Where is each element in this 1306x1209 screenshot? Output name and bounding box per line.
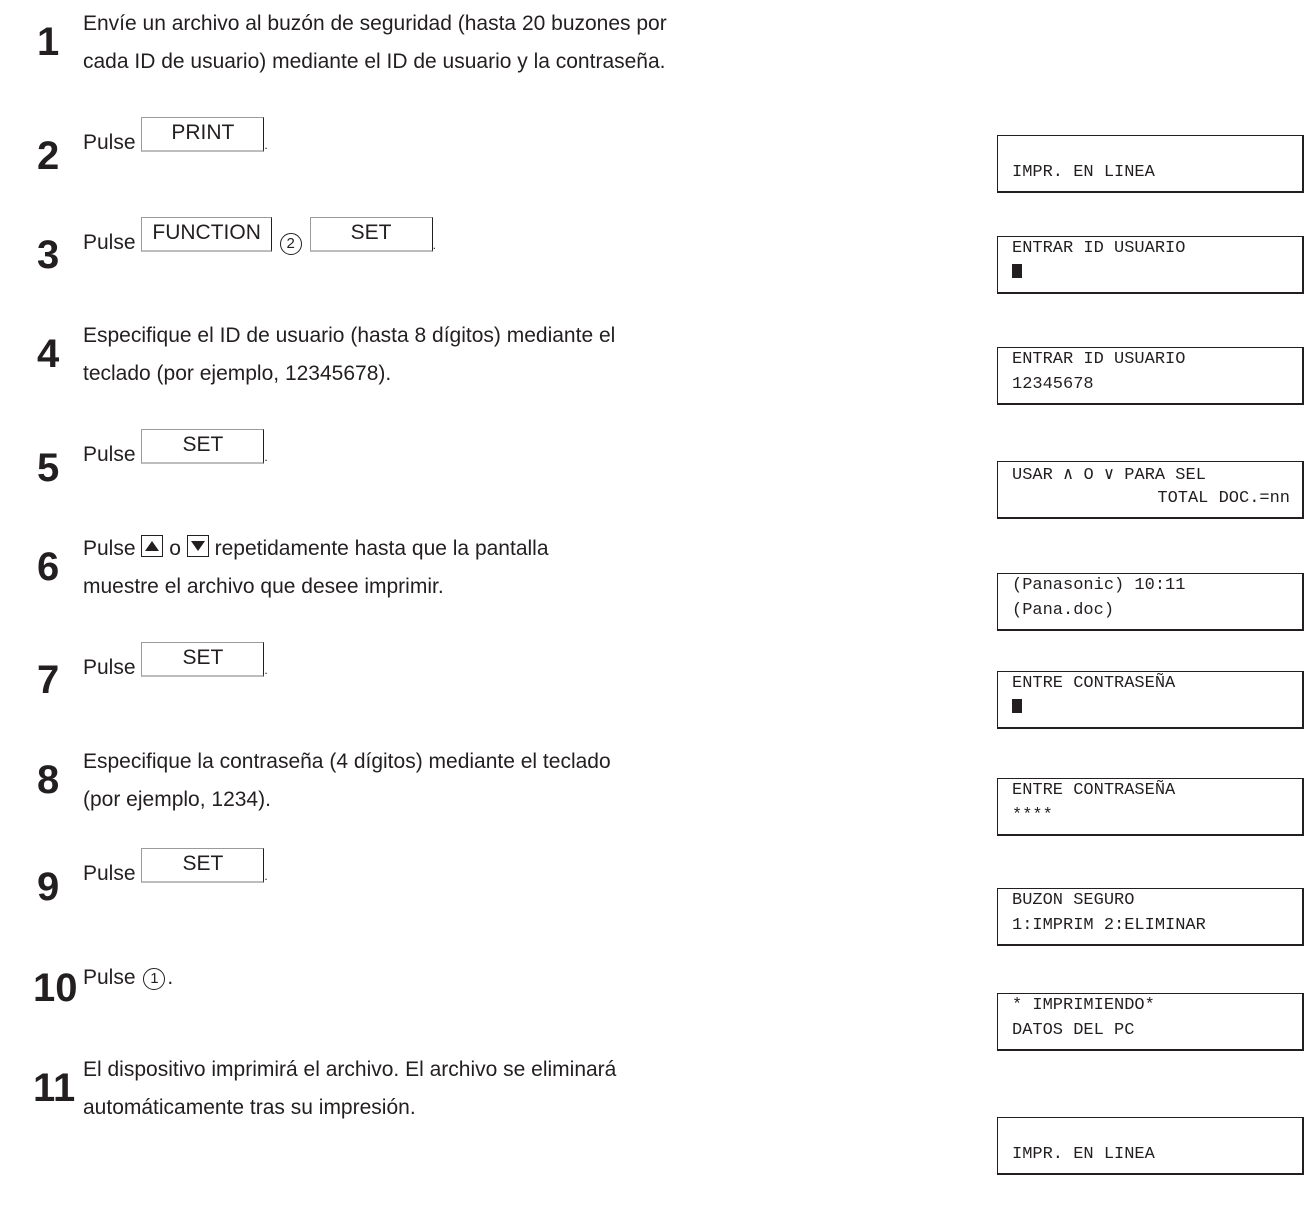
step-text: Pulse SET. xyxy=(83,848,268,894)
print-key: PRINT xyxy=(141,117,265,152)
lcd-line1: ENTRE CONTRASEÑA xyxy=(1012,674,1176,693)
step-text-line1: Especifique la contraseña (4 dígitos) me… xyxy=(83,750,611,773)
step-text-line1: Pulse o repetidamente hasta que la panta… xyxy=(83,531,549,567)
lcd-line2: (Pana.doc) xyxy=(1012,601,1115,620)
lcd-display: ENTRAR ID USUARIO 12345678 xyxy=(997,347,1304,405)
lcd-line2-cursor xyxy=(1012,264,1022,283)
set-key: SET xyxy=(141,642,265,677)
step-text-line2: cada ID de usuario) mediante el ID de us… xyxy=(83,50,666,73)
set-key: SET xyxy=(141,848,265,883)
lcd-line1: ENTRAR ID USUARIO xyxy=(1012,239,1186,258)
step-text: Pulse SET. xyxy=(83,429,268,475)
pulse-label: Pulse xyxy=(83,966,136,989)
step-number: 2 xyxy=(37,134,60,178)
lcd-line2: TOTAL DOC.=nn xyxy=(1157,489,1290,508)
up-arrow-key-icon xyxy=(141,535,164,557)
lcd-display: * IMPRIMIENDO* DATOS DEL PC xyxy=(997,993,1304,1051)
set-key: SET xyxy=(309,217,433,252)
step-text: Pulse SET. xyxy=(83,642,268,688)
step-number: 6 xyxy=(37,545,60,589)
set-key: SET xyxy=(141,429,265,464)
lcd-display: (Panasonic) 10:11 (Pana.doc) xyxy=(997,573,1304,631)
step-text: Pulse FUNCTION 2 SET. xyxy=(83,217,436,263)
down-arrow-key-icon xyxy=(186,535,209,557)
cursor-block xyxy=(1012,264,1022,278)
step-text-line1: El dispositivo imprimirá el archivo. El … xyxy=(83,1058,617,1081)
step-number: 7 xyxy=(37,658,60,702)
lcd-line2: 1:IMPRIM 2:ELIMINAR xyxy=(1012,916,1206,935)
step-number: 8 xyxy=(37,758,60,802)
pulse-label: Pulse xyxy=(83,443,136,466)
step-text-rest: repetidamente hasta que la pantalla xyxy=(214,537,549,560)
pulse-label: Pulse xyxy=(83,131,136,154)
lcd-line1: BUZON SEGURO xyxy=(1012,891,1135,910)
step-text-line1: Especifique el ID de usuario (hasta 8 dí… xyxy=(83,324,616,347)
step-text-line1: Envíe un archivo al buzón de seguridad (… xyxy=(83,12,667,35)
lcd-line2: IMPR. EN LINEA xyxy=(1012,163,1155,182)
lcd-line1: * IMPRIMIENDO* xyxy=(1012,996,1155,1015)
lcd-line2: IMPR. EN LINEA xyxy=(1012,1145,1155,1164)
lcd-line1: USAR ∧ O ∨ PARA SEL xyxy=(1012,466,1206,485)
function-key: FUNCTION xyxy=(141,217,272,252)
lcd-line2: 12345678 xyxy=(1012,375,1094,394)
step-text: Pulse 1. xyxy=(83,966,174,990)
lcd-display: IMPR. EN LINEA xyxy=(997,1117,1304,1175)
digit-1-key: 1 xyxy=(143,968,166,990)
step-number: 10 xyxy=(33,966,78,1010)
step-number: 1 xyxy=(37,20,60,64)
step-text: Pulse PRINT. xyxy=(83,117,268,163)
step-text-line2: (por ejemplo, 1234). xyxy=(83,788,271,811)
step-text-line2: teclado (por ejemplo, 12345678). xyxy=(83,362,392,385)
pulse-label: Pulse xyxy=(83,537,136,560)
lcd-line2-cursor xyxy=(1012,699,1022,718)
pulse-label: Pulse xyxy=(83,862,136,885)
step-number: 11 xyxy=(33,1066,76,1110)
lcd-line2: **** xyxy=(1012,806,1053,825)
or-label: o xyxy=(169,537,181,560)
step-number: 5 xyxy=(37,446,60,490)
lcd-line1: (Panasonic) 10:11 xyxy=(1012,576,1186,595)
lcd-display: ENTRE CONTRASEÑA xyxy=(997,671,1304,729)
lcd-display: IMPR. EN LINEA xyxy=(997,135,1304,193)
step-number: 3 xyxy=(37,233,60,277)
pulse-label: Pulse xyxy=(83,656,136,679)
step-number: 9 xyxy=(37,865,60,909)
pulse-label: Pulse xyxy=(83,231,136,254)
lcd-display: ENTRE CONTRASEÑA **** xyxy=(997,778,1304,836)
step-text-line2: muestre el archivo que desee imprimir. xyxy=(83,575,444,598)
cursor-block xyxy=(1012,699,1022,713)
lcd-line1: ENTRE CONTRASEÑA xyxy=(1012,781,1176,800)
step-text-line2: automáticamente tras su impresión. xyxy=(83,1096,416,1119)
digit-2-key: 2 xyxy=(279,233,302,255)
lcd-line1: ENTRAR ID USUARIO xyxy=(1012,350,1186,369)
lcd-display: BUZON SEGURO 1:IMPRIM 2:ELIMINAR xyxy=(997,888,1304,946)
lcd-line2: DATOS DEL PC xyxy=(1012,1021,1135,1040)
lcd-display: USAR ∧ O ∨ PARA SEL TOTAL DOC.=nn xyxy=(997,461,1304,519)
step-number: 4 xyxy=(37,332,60,376)
lcd-display: ENTRAR ID USUARIO xyxy=(997,236,1304,294)
